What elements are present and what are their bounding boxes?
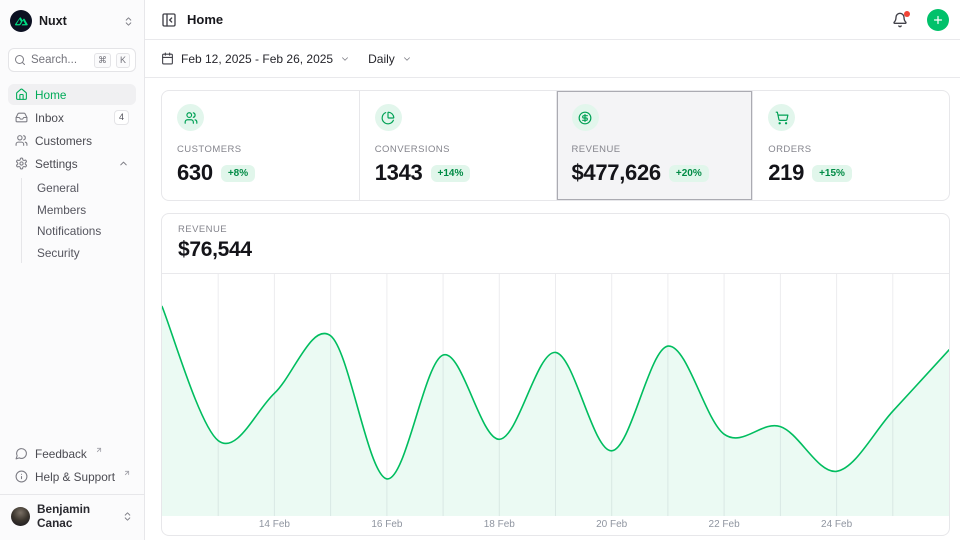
stat-card-orders[interactable]: ORDERS 219 +15% [752,91,949,200]
users-icon [15,134,28,147]
notification-dot [904,11,910,17]
add-button[interactable] [927,9,949,31]
x-axis-tick: 14 Feb [248,519,300,530]
x-axis-tick: 22 Feb [698,519,750,530]
home-icon [15,88,28,101]
stat-change-badge: +20% [669,165,709,182]
chevrons-up-down-icon [123,16,134,27]
stat-value: 219 [768,160,804,186]
sidebar-spacer [8,265,136,431]
sidebar-item-label: Home [35,88,129,102]
x-axis-tick: 20 Feb [586,519,638,530]
search-input[interactable]: Search... ⌘ K [8,48,136,72]
help-support-link[interactable]: Help & Support [8,466,136,487]
users-icon [177,104,204,131]
sidebar-item-general[interactable]: General [22,178,136,199]
collapse-sidebar-button[interactable] [161,12,177,28]
sidebar-item-customers[interactable]: Customers [8,130,136,151]
inbox-count-badge: 4 [114,110,129,125]
chevron-down-icon [340,54,350,64]
pie-chart-icon [375,104,402,131]
sidebar-item-home[interactable]: Home [8,84,136,105]
settings-submenu: General Members Notifications Security [21,178,136,263]
x-axis-tick: 24 Feb [811,519,863,530]
filters-toolbar: Feb 12, 2025 - Feb 26, 2025 Daily [145,40,960,78]
kbd-cmd: ⌘ [94,53,111,68]
stat-label: CONVERSIONS [375,144,541,155]
feedback-link[interactable]: Feedback [8,443,136,464]
stat-value: 630 [177,160,213,186]
workspace-name: Nuxt [39,14,116,28]
stat-change-badge: +14% [431,165,471,182]
stat-label: ORDERS [768,144,934,155]
message-bubble-icon [15,447,28,460]
stat-value: 1343 [375,160,423,186]
period-label: Daily [368,52,395,66]
gear-icon [15,157,28,170]
cart-icon [768,104,795,131]
user-menu[interactable]: Benjamin Canac [8,500,136,532]
kbd-k: K [116,53,130,68]
external-link-icon [95,446,103,454]
user-name: Benjamin Canac [37,502,115,530]
x-axis-tick: 18 Feb [473,519,525,530]
chart-header: REVENUE $76,544 [162,214,949,274]
circle-dollar-icon [572,104,599,131]
plus-icon [932,14,944,26]
sidebar-item-settings[interactable]: Settings [8,153,136,174]
x-axis: 14 Feb 16 Feb 18 Feb 20 Feb 22 Feb 24 Feb [162,516,949,535]
page-header: Home [145,0,960,40]
chart-title: REVENUE [178,224,933,235]
help-support-label: Help & Support [35,470,115,484]
chart-plot-area: 14 Feb 16 Feb 18 Feb 20 Feb 22 Feb 24 Feb [162,274,949,535]
stat-change-badge: +8% [221,165,255,182]
x-axis-tick: 16 Feb [361,519,413,530]
panel-left-close-icon [161,12,177,28]
sidebar-nav: Home Inbox 4 Customers Settings [8,84,136,265]
sidebar-divider [0,494,144,495]
period-select[interactable]: Daily [368,52,412,66]
sidebar-item-security[interactable]: Security [22,243,136,264]
sidebar-item-label: Customers [35,134,129,148]
nuxt-logo-icon [10,10,32,32]
sidebar-footer-nav: Feedback Help & Support [8,443,136,487]
revenue-chart-card: REVENUE $76,544 14 Feb 16 Feb 18 Feb 20 Feb… [161,213,950,536]
app-window: Nuxt Search... ⌘ K Home [0,0,960,540]
stat-value: $477,626 [572,160,661,186]
sidebar-item-inbox[interactable]: Inbox 4 [8,107,136,128]
inbox-icon [15,111,28,124]
sidebar-item-label: Settings [35,157,111,171]
date-range-label: Feb 12, 2025 - Feb 26, 2025 [181,52,333,66]
stat-change-badge: +15% [812,165,852,182]
search-placeholder: Search... [31,54,89,66]
sidebar-item-members[interactable]: Members [22,200,136,221]
chevron-down-icon [402,54,412,64]
stat-label: REVENUE [572,144,738,155]
workspace-switcher[interactable]: Nuxt [8,8,136,34]
feedback-label: Feedback [35,447,87,461]
revenue-area-chart[interactable] [162,274,949,516]
stat-card-conversions[interactable]: CONVERSIONS 1343 +14% [359,91,556,200]
notifications-button[interactable] [892,12,908,28]
sidebar-item-notifications[interactable]: Notifications [22,221,136,242]
page-title: Home [187,12,882,27]
external-link-icon [123,469,131,477]
main-area: Home Feb 12, 2025 - Feb 26, 2025 Daily [145,0,960,540]
stat-card-revenue[interactable]: REVENUE $477,626 +20% [556,91,753,200]
sidebar-item-label: Inbox [35,111,107,125]
stat-card-customers[interactable]: CUSTOMERS 630 +8% [162,91,359,200]
search-icon [14,54,26,66]
calendar-icon [161,52,174,65]
date-range-picker[interactable]: Feb 12, 2025 - Feb 26, 2025 [161,52,350,66]
avatar [11,507,30,526]
page-content: CUSTOMERS 630 +8% CONVERSIONS 1343 +14% [145,78,960,540]
chart-total-value: $76,544 [178,238,933,262]
sidebar: Nuxt Search... ⌘ K Home [0,0,145,540]
chevrons-up-down-icon [122,511,133,522]
stat-label: CUSTOMERS [177,144,344,155]
info-circle-icon [15,470,28,483]
chevron-up-icon [118,158,129,169]
stats-grid: CUSTOMERS 630 +8% CONVERSIONS 1343 +14% [161,90,950,201]
